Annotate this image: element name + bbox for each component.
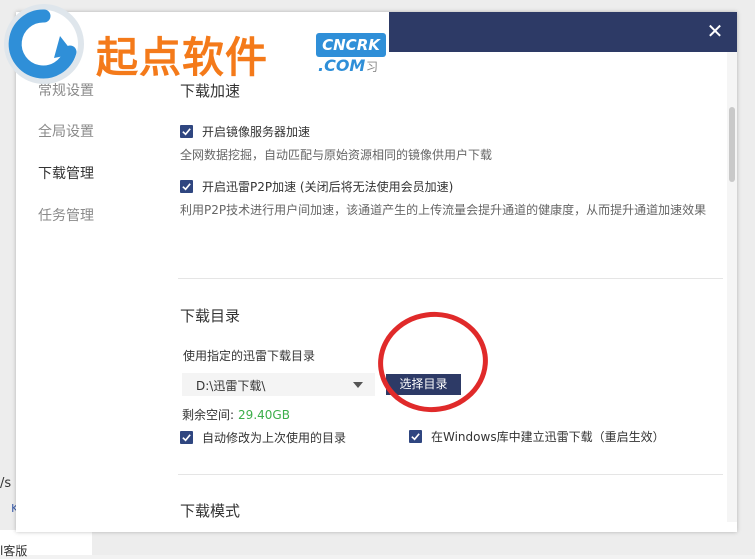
download-dir-value: D:\迅雷下载\ (196, 379, 266, 393)
sidebar-item-download[interactable]: 下载管理 (38, 163, 94, 183)
speed-fragment-text: /s (0, 476, 12, 491)
windows-lib-label: 在Windows库中建立迅雷下载（重启生效） (431, 430, 665, 444)
mirror-accel-desc: 全网数据挖掘，自动匹配与原始资源相同的镜像供用户下载 (180, 148, 493, 162)
auto-modify-checkbox[interactable] (180, 431, 193, 444)
background-speed-fragment: /s KE (0, 476, 25, 515)
auto-modify-option[interactable]: 自动修改为上次使用的目录 (180, 429, 346, 446)
use-dir-label: 使用指定的迅雷下载目录 (183, 349, 316, 363)
p2p-accel-desc: 利用P2P技术进行用户间加速，该通道产生的上传流量会提升通道的健康度，从而提升通… (180, 203, 707, 217)
check-icon (182, 434, 191, 442)
sidebar-item-task[interactable]: 任务管理 (38, 205, 94, 225)
settings-sidebar: 常规设置 全局设置 下载管理 任务管理 (16, 52, 156, 532)
section-title-mode: 下载模式 (180, 502, 241, 520)
background-bottom-strip: l客版 (0, 530, 92, 558)
mirror-accel-checkbox[interactable] (180, 125, 193, 138)
bottom-fragment-text: l客版 (0, 544, 28, 558)
check-icon (182, 183, 191, 191)
windows-lib-option[interactable]: 在Windows库中建立迅雷下载（重启生效） (409, 428, 665, 445)
check-icon (411, 433, 420, 441)
logo-swirl-icon (4, 4, 84, 84)
p2p-accel-checkbox[interactable] (180, 180, 193, 193)
check-icon (182, 128, 191, 136)
close-icon[interactable]: ✕ (705, 21, 725, 41)
mirror-accel-option[interactable]: 开启镜像服务器加速 (180, 123, 310, 140)
windows-lib-checkbox[interactable] (409, 430, 422, 443)
mirror-accel-label: 开启镜像服务器加速 (202, 125, 311, 139)
free-space: 剩余空间: 29.40GB (182, 406, 290, 423)
settings-content: 下载加速 开启镜像服务器加速 全网数据挖掘，自动匹配与原始资源相同的镜像供用户下… (178, 52, 723, 532)
download-dir-select[interactable]: D:\迅雷下载\ (182, 373, 375, 396)
free-space-label: 剩余空间: (182, 408, 235, 422)
dialog-header: ✕ (389, 12, 737, 52)
logo-mark: 习 (366, 60, 379, 74)
auto-modify-label: 自动修改为上次使用的目录 (202, 431, 347, 445)
logo-brand-en: CNCRK (316, 33, 386, 57)
watermark-logo: 起点软件 CNCRK .COM 习 (0, 0, 392, 88)
section-title-dir: 下载目录 (180, 307, 241, 325)
chevron-down-icon (353, 382, 363, 388)
p2p-accel-option[interactable]: 开启迅雷P2P加速 (关闭后将无法使用会员加速) (180, 178, 453, 195)
section-divider (178, 278, 723, 279)
free-space-value: 29.40GB (238, 408, 290, 422)
sidebar-item-global[interactable]: 全局设置 (38, 121, 94, 141)
vertical-scrollbar[interactable] (727, 52, 737, 522)
settings-dialog: ✕ 常规设置 全局设置 下载管理 任务管理 下载加速 开启镜像服务器加速 全网数… (16, 12, 737, 532)
logo-dotcom: .COM (318, 56, 366, 75)
section-divider (178, 474, 723, 475)
p2p-accel-label: 开启迅雷P2P加速 (关闭后将无法使用会员加速) (202, 180, 454, 194)
logo-brand-cn: 起点软件 (96, 33, 269, 82)
scrollbar-thumb[interactable] (729, 107, 735, 182)
